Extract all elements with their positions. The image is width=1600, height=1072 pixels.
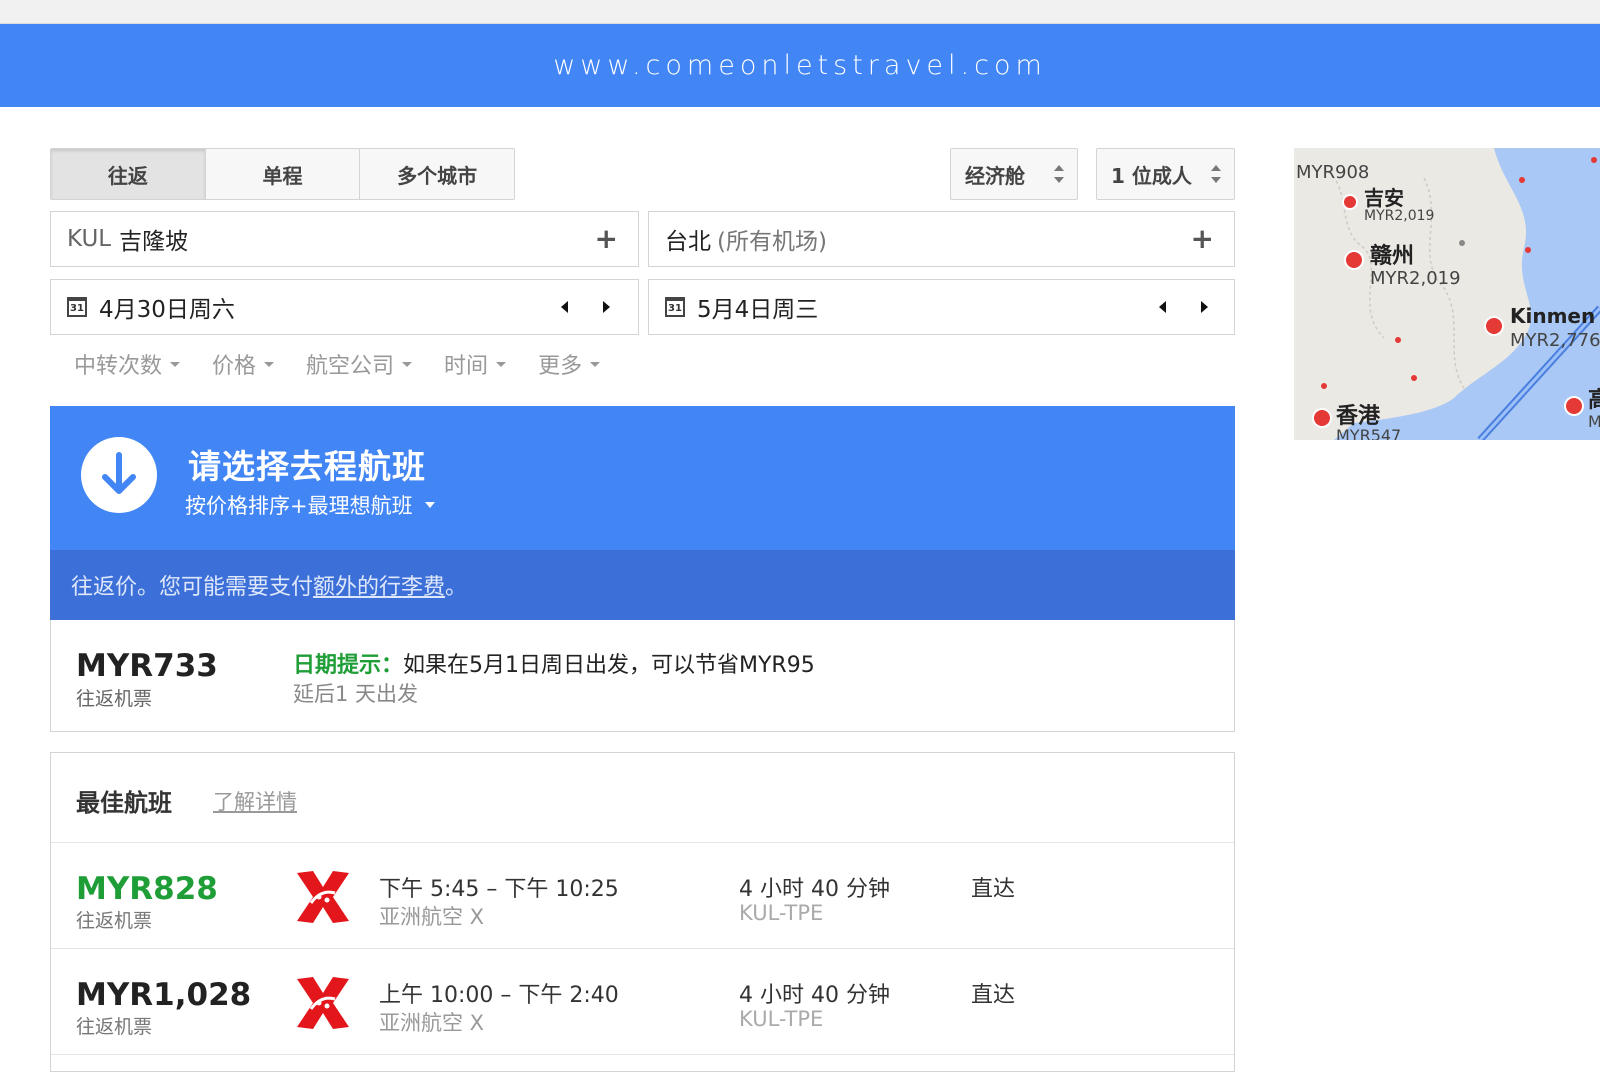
panel-title: 请选择去程航班 — [188, 447, 426, 486]
depart-date-field[interactable]: 31 4月30日周六 — [50, 279, 639, 335]
route-map[interactable]: MYR908 吉安 MYR2,019 赣州 MYR2,019 Kinmen MY… — [1294, 148, 1600, 440]
best-flights-title: 最佳航班 — [76, 789, 172, 817]
best-flights-header: 最佳航班 了解详情 — [51, 753, 1234, 843]
map-pin-price: MYR908 — [1296, 162, 1370, 183]
tab-round-trip[interactable]: 往返 — [51, 149, 206, 199]
flight-price-sub: 往返机票 — [76, 910, 153, 932]
flight-row[interactable]: MYR828 往返机票 下午 5:45 – 下午 10:25 亚洲航空 X 4 … — [51, 843, 1234, 949]
destination-detail: (所有机场) — [717, 229, 827, 255]
flight-time: 下午 5:45 – 下午 10:25 — [379, 877, 619, 902]
flight-row[interactable]: MYR1,028 往返机票 上午 10:00 – 下午 2:40 亚洲航空 X … — [51, 949, 1234, 1055]
origin-field[interactable]: KUL 吉隆坡 + — [50, 211, 639, 267]
filter-more[interactable]: 更多 — [538, 348, 601, 380]
flight-airline: 亚洲航空 X — [379, 905, 485, 929]
best-flights-card: 最佳航班 了解详情 MYR828 往返机票 下午 5:45 – 下午 10:25… — [50, 752, 1235, 1072]
tip-sub: 延后1 天出发 — [293, 682, 419, 706]
calendar-icon: 31 — [665, 297, 685, 317]
map-background — [1294, 148, 1600, 440]
passenger-value: 1 位成人 — [1111, 163, 1192, 188]
tip-price-sub: 往返机票 — [76, 688, 153, 710]
caret-down-icon — [264, 361, 275, 367]
flight-time: 上午 10:00 – 下午 2:40 — [379, 983, 619, 1008]
flight-price-sub: 往返机票 — [76, 1016, 153, 1038]
sort-label: 按价格排序+最理想航班 — [185, 494, 413, 518]
caret-down-icon — [424, 502, 435, 508]
origin-code: KUL — [67, 226, 112, 252]
return-date-field[interactable]: 31 5月4日周三 — [648, 279, 1235, 335]
filter-price[interactable]: 价格 — [212, 348, 275, 380]
flight-route: KUL-TPE — [739, 901, 824, 925]
map-pin-label: 吉安 — [1364, 186, 1404, 210]
browser-top-bar — [0, 0, 1600, 24]
flight-duration: 4 小时 40 分钟 — [739, 983, 890, 1008]
site-banner: www.comeonletstravel.com — [0, 24, 1600, 107]
down-arrow-circle-icon — [81, 437, 157, 513]
destination-city: 台北 — [665, 229, 711, 255]
sort-dropdown[interactable]: 按价格排序+最理想航班 — [185, 490, 435, 520]
add-origin-plus-icon[interactable]: + — [595, 224, 618, 254]
filter-airline[interactable]: 航空公司 — [306, 348, 413, 380]
flight-price: MYR1,028 — [76, 977, 252, 1013]
return-prev-day-icon[interactable] — [1159, 301, 1166, 313]
caret-down-icon — [170, 361, 181, 367]
map-pin-label: 赣州 — [1370, 244, 1415, 269]
cabin-class-select[interactable]: 经济舱 — [950, 148, 1078, 200]
learn-more-link[interactable]: 了解详情 — [213, 786, 297, 816]
cabin-class-value: 经济舱 — [965, 163, 1025, 188]
map-pin-price: MYR2,019 — [1370, 268, 1461, 289]
tip-price: MYR733 — [76, 648, 218, 684]
map-pin-price: MYR2,019 — [1364, 208, 1435, 224]
airasia-logo-icon — [297, 977, 349, 1029]
airasia-logo-icon — [297, 871, 349, 923]
updown-arrows-icon — [1210, 163, 1222, 185]
updown-arrows-icon — [1053, 163, 1065, 185]
flight-price: MYR828 — [76, 871, 218, 907]
depart-next-day-icon[interactable] — [603, 301, 610, 313]
flight-stops: 直达 — [971, 983, 1016, 1008]
passenger-select[interactable]: 1 位成人 — [1096, 148, 1235, 200]
filter-bar: 中转次数 价格 航空公司 时间 更多 — [74, 348, 601, 380]
add-destination-plus-icon[interactable]: + — [1191, 224, 1214, 254]
baggage-fee-link[interactable]: 额外的行李费 — [313, 569, 445, 601]
return-date-value: 5月4日周三 — [697, 297, 819, 323]
filter-stops[interactable]: 中转次数 — [74, 348, 181, 380]
flight-airline: 亚洲航空 X — [379, 1011, 485, 1035]
caret-down-icon — [590, 361, 601, 367]
depart-prev-day-icon[interactable] — [561, 301, 568, 313]
flight-route: KUL-TPE — [739, 1007, 824, 1031]
trip-type-tabs: 往返 单程 多个城市 — [50, 148, 515, 200]
origin-city: 吉隆坡 — [119, 229, 189, 255]
tab-one-way[interactable]: 单程 — [205, 149, 361, 199]
select-departure-panel: 请选择去程航班 按价格排序+最理想航班 — [50, 406, 1235, 550]
date-tip-card[interactable]: MYR733 往返机票 日期提示：如果在5月1日周日出发，可以节省MYR95 延… — [50, 620, 1235, 732]
caret-down-icon — [402, 361, 413, 367]
depart-date-value: 4月30日周六 — [99, 297, 235, 323]
map-pin-label: 高 — [1588, 388, 1600, 413]
flight-stops: 直达 — [971, 877, 1016, 902]
tip-message: 日期提示：如果在5月1日周日出发，可以节省MYR95 — [293, 653, 815, 678]
tab-multi-city[interactable]: 多个城市 — [360, 149, 514, 199]
destination-field[interactable]: 台北 (所有机场) + — [648, 211, 1235, 267]
flight-duration: 4 小时 40 分钟 — [739, 877, 890, 902]
map-pin-price: MYR547 — [1336, 426, 1402, 440]
map-pin-price: M — [1588, 412, 1600, 431]
return-next-day-icon[interactable] — [1201, 301, 1208, 313]
caret-down-icon — [496, 361, 507, 367]
price-notice: 往返价。您可能需要支付 额外的行李费。 — [50, 550, 1235, 620]
map-pin-label: Kinmen — [1510, 304, 1596, 328]
calendar-icon: 31 — [67, 297, 87, 317]
map-pin-price: MYR2,776 — [1510, 330, 1600, 351]
filter-time[interactable]: 时间 — [444, 348, 507, 380]
